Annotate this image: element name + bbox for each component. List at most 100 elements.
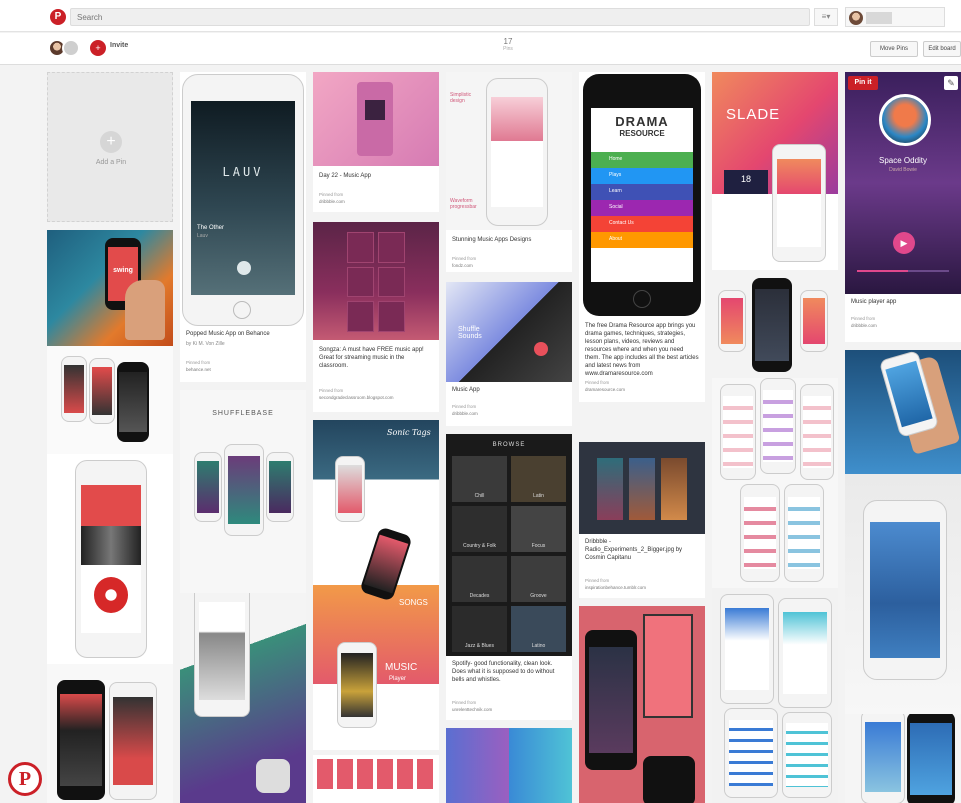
label-waveform: Waveform progressbar xyxy=(450,198,477,210)
songs-label: SONGS xyxy=(399,598,428,607)
pin-hand-phone[interactable] xyxy=(845,350,961,474)
player-label: Player xyxy=(389,676,407,682)
pin-music-phones-c[interactable] xyxy=(712,588,838,803)
pinned-from-label: Pinned from xyxy=(319,192,344,197)
search-input[interactable] xyxy=(70,8,810,26)
pin-songza[interactable]: Songza: A must have FREE music app! Grea… xyxy=(313,222,439,412)
drama-menu-item[interactable]: Home xyxy=(591,152,693,168)
play-button[interactable]: ▶ xyxy=(893,232,915,254)
pin-source[interactable]: dribbble.com xyxy=(851,323,877,328)
drama-menu-item[interactable]: Contact Us xyxy=(591,216,693,232)
edit-board-button[interactable]: Edit board xyxy=(923,41,961,57)
pin-shufflebase-2[interactable] xyxy=(180,593,306,803)
pin-iphone-blue[interactable] xyxy=(845,474,961,714)
progress-bar[interactable] xyxy=(857,270,949,272)
pin-swing-phones-2[interactable] xyxy=(47,664,173,803)
top-bar: P ≡▾ xyxy=(0,0,961,32)
artist-name: LAUV xyxy=(222,165,264,179)
genre-tile-label: Groove xyxy=(530,593,547,599)
drama-menu-label: Home xyxy=(609,156,623,162)
pin-source[interactable]: fondz.com xyxy=(452,263,473,268)
pin-music-phones-a[interactable] xyxy=(712,270,838,378)
pin-description: Dribbble - Radio_Experiments_2_Bigger.jp… xyxy=(585,539,683,561)
genre-tile[interactable]: Decades xyxy=(452,556,507,602)
pinned-from-label: Pinned from xyxy=(452,256,477,261)
home-button-icon xyxy=(633,290,651,308)
pin-author: by Ki M. Von Zille xyxy=(186,341,225,347)
pin-radio-experiments[interactable]: Dribbble - Radio_Experiments_2_Bigger.jp… xyxy=(579,442,705,598)
view-toggle-icon[interactable]: ≡▾ xyxy=(814,8,838,26)
genre-tile[interactable]: Jazz & Blues xyxy=(452,606,507,652)
add-pin-tile[interactable]: + Add a Pin xyxy=(47,72,173,222)
pin-description: Day 22 - Music App xyxy=(319,173,372,179)
pin-stunning-music[interactable]: Simplistic design Waveform progressbar S… xyxy=(446,72,572,272)
drama-menu-item[interactable]: Social xyxy=(591,200,693,216)
pin-day22[interactable]: Day 22 - Music App Pinned from dribbble.… xyxy=(313,72,439,212)
pin-source[interactable]: inspirationbehance.tumblr.com xyxy=(585,585,646,590)
pinterest-logo-icon[interactable]: P xyxy=(8,762,42,796)
pin-source[interactable]: secondgradeclassroom.blogspot.com xyxy=(319,395,394,400)
pin-blue-phones[interactable] xyxy=(446,728,572,803)
pinned-from-label: Pinned from xyxy=(851,316,876,321)
home-button-icon xyxy=(233,301,251,319)
pin-drama-resource[interactable]: DRAMA RESOURCE Home Plays Learn Social Conta… xyxy=(579,72,705,402)
song-title: David Bowie xyxy=(889,167,917,173)
genre-tile[interactable]: Country & Folk xyxy=(452,506,507,552)
drama-menu-item[interactable]: Plays xyxy=(591,168,693,184)
pin-swing-three-phones[interactable] xyxy=(47,346,173,454)
pin-popped-music[interactable]: LAUV The Other Lauv Popped Music App on … xyxy=(180,72,306,382)
pin-two-iphones[interactable] xyxy=(845,714,961,803)
pin-source[interactable]: dribbble.com xyxy=(452,411,478,416)
genre-tile-label: Decades xyxy=(469,593,490,599)
move-pins-button[interactable]: Move Pins xyxy=(870,41,918,57)
pin-music-app[interactable]: Shuffle Sounds Music App Pinned from dri… xyxy=(446,282,572,426)
pin-source[interactable]: dramaresource.com xyxy=(585,387,625,392)
song-artist: Lauv xyxy=(197,233,208,239)
pin-spotify[interactable]: BROWSE Chill Latin Country & Folk Focus Deca… xyxy=(446,434,572,720)
drama-title: DRAMA xyxy=(615,114,669,129)
pin-music-phones-b[interactable] xyxy=(712,378,838,588)
pin-description: The free Drama Resource app brings you d… xyxy=(585,323,699,377)
song-title: The Other xyxy=(197,225,225,231)
script-title: Sonic Tags xyxy=(387,428,431,437)
pinned-from-label: Pinned from xyxy=(186,360,211,365)
album-art xyxy=(365,100,385,120)
drama-menu-item[interactable]: About xyxy=(591,232,693,248)
screen-text: Shuffle Sounds xyxy=(458,326,482,340)
pin-music-player[interactable]: Space Oddity David Bowie ▶ Music player … xyxy=(845,72,961,342)
drama-menu-item[interactable]: Learn xyxy=(591,184,693,200)
artist-photo xyxy=(879,94,931,146)
genre-grid: Chill Latin Country & Folk Focus Decades Groo… xyxy=(452,456,566,652)
user-profile-button[interactable] xyxy=(845,7,945,27)
pin-description: Music player app xyxy=(851,299,897,305)
pin-source[interactable]: unrelenttechnik.com xyxy=(452,707,492,712)
genre-tile[interactable]: Latino xyxy=(511,606,566,652)
pin-dark-phones[interactable] xyxy=(579,606,705,803)
pin-source[interactable]: dribbble.com xyxy=(319,199,345,204)
pinterest-logo-icon[interactable]: P xyxy=(50,9,66,25)
music-label: MUSIC xyxy=(385,662,418,673)
genre-tile[interactable]: Latin xyxy=(511,456,566,502)
pin-strip[interactable] xyxy=(313,755,439,803)
genre-tile[interactable]: Focus xyxy=(511,506,566,552)
invite-link[interactable]: Invite xyxy=(110,42,128,49)
drama-menu: Home Plays Learn Social Contact Us About xyxy=(591,152,693,248)
genre-tile[interactable]: Chill xyxy=(452,456,507,502)
pin-shufflebase[interactable]: SHUFFLEBASE xyxy=(180,390,306,593)
pin-swing-hand[interactable]: swing xyxy=(47,230,173,346)
edit-pencil-icon[interactable]: ✎ xyxy=(944,76,958,90)
pin-sonic-tags[interactable]: Sonic Tags SONGS MUSIC Player xyxy=(313,420,439,750)
pinned-from-label: Pinned from xyxy=(319,388,344,393)
genre-tile-label: Country & Folk xyxy=(462,543,497,549)
pin-swing-iphone[interactable] xyxy=(47,454,173,664)
collaborator-avatar[interactable] xyxy=(62,39,80,57)
swing-brand: swing xyxy=(113,266,133,274)
pin-it-button[interactable]: Pin it xyxy=(848,76,878,90)
play-button[interactable] xyxy=(237,261,251,275)
hand-image xyxy=(125,280,165,340)
pin-source[interactable]: behance.net xyxy=(186,367,211,372)
artist-name: Space Oddity xyxy=(878,156,928,165)
drama-subtitle: RESOURCE xyxy=(619,129,665,138)
invite-icon[interactable]: + xyxy=(90,40,106,56)
genre-tile[interactable]: Groove xyxy=(511,556,566,602)
